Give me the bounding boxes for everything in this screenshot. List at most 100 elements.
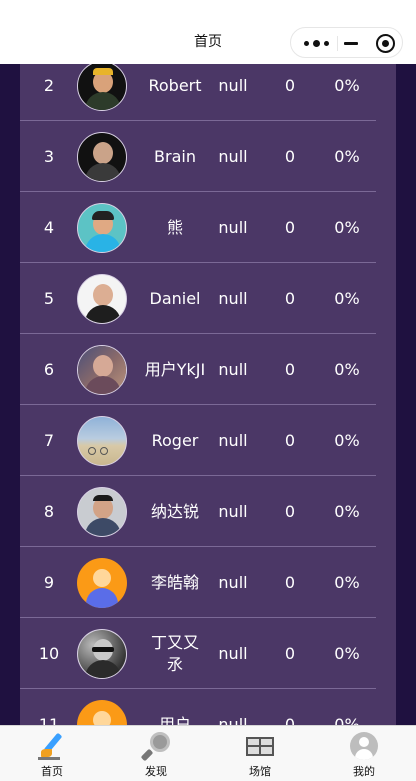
player-name: 丁又又氶 <box>150 632 199 674</box>
player-field: null <box>218 502 248 521</box>
avatar-cell <box>76 334 128 405</box>
player-rate: 0% <box>334 644 360 663</box>
avatar-cell <box>76 64 128 121</box>
player-field: null <box>218 431 248 450</box>
rank-number: 7 <box>43 431 55 450</box>
player-rate: 0% <box>334 715 360 725</box>
ranking-row[interactable]: 9 李皓翰 null 0 0% <box>20 547 376 618</box>
player-name: Daniel <box>149 288 201 308</box>
player-name: Roger <box>151 430 199 450</box>
avatar-cell <box>76 192 128 263</box>
player-count: 0 <box>284 644 296 663</box>
player-name: 用户YkJI <box>144 359 206 379</box>
player-count: 0 <box>284 360 296 379</box>
close-icon[interactable] <box>376 34 395 53</box>
rank-number: 4 <box>43 218 55 237</box>
tab-home-label: 首页 <box>41 765 63 778</box>
ranking-row[interactable]: 4 熊 null 0 0% <box>20 192 376 263</box>
avatar[interactable] <box>77 628 127 679</box>
tab-venue-label: 场馆 <box>249 765 271 778</box>
navigation-bar: 首页 <box>0 0 416 64</box>
tab-mine[interactable]: 我的 <box>312 726 416 781</box>
player-count: 0 <box>284 218 296 237</box>
avatar[interactable] <box>77 64 127 111</box>
rank-number: 8 <box>43 502 55 521</box>
ranking-row[interactable]: 6 用户YkJI null 0 0% <box>20 334 376 405</box>
avatar-cell <box>76 547 128 618</box>
rank-number: 10 <box>38 644 60 663</box>
player-field: null <box>218 76 248 95</box>
player-field: null <box>218 573 248 592</box>
ranking-row[interactable]: 3 Brain null 0 0% <box>20 121 376 192</box>
avatar[interactable] <box>77 486 127 537</box>
rank-number: 2 <box>43 76 55 95</box>
player-rate: 0% <box>334 431 360 450</box>
tab-venue[interactable]: 场馆 <box>208 726 312 781</box>
player-field: null <box>218 289 248 308</box>
avatar[interactable] <box>77 273 127 324</box>
avatar-cell <box>76 263 128 334</box>
minimize-icon[interactable] <box>344 42 358 45</box>
tab-bar: 首页 发现 场馆 我的 <box>0 725 416 781</box>
player-rate: 0% <box>334 289 360 308</box>
player-rate: 0% <box>334 76 360 95</box>
player-field: null <box>218 715 248 725</box>
avatar-cell <box>76 689 128 725</box>
avatar[interactable] <box>77 415 127 466</box>
tab-mine-label: 我的 <box>353 765 375 778</box>
player-rate: 0% <box>334 218 360 237</box>
player-count: 0 <box>284 147 296 166</box>
player-count: 0 <box>284 431 296 450</box>
player-rate: 0% <box>334 360 360 379</box>
player-rate: 0% <box>334 502 360 521</box>
player-count: 0 <box>284 289 296 308</box>
avatar[interactable] <box>77 131 127 182</box>
brush-icon <box>38 732 66 760</box>
ranking-stage: 2 Robert null 0 0% 3 Brain null 0 0% 4 熊… <box>0 64 416 725</box>
avatar-cell <box>76 121 128 192</box>
player-name: 纳达锐 <box>150 501 199 521</box>
ranking-row[interactable]: 8 纳达锐 null 0 0% <box>20 476 376 547</box>
player-name: Brain <box>154 146 196 166</box>
avatar-cell <box>76 476 128 547</box>
ranking-row[interactable]: 10 丁又又氶 null 0 0% <box>20 618 376 689</box>
magnifier-icon <box>140 732 170 762</box>
menu-capsule <box>290 27 403 58</box>
court-icon <box>246 732 274 760</box>
player-name: 李皓翰 <box>150 572 199 592</box>
rank-number: 6 <box>43 360 55 379</box>
user-icon <box>350 732 378 760</box>
avatar[interactable] <box>77 202 127 253</box>
ranking-row[interactable]: 5 Daniel null 0 0% <box>20 263 376 334</box>
ranking-row[interactable]: 2 Robert null 0 0% <box>20 64 376 121</box>
player-count: 0 <box>284 573 296 592</box>
rank-number: 9 <box>43 573 55 592</box>
avatar-cell <box>76 618 128 689</box>
player-field: null <box>218 218 248 237</box>
tab-discover[interactable]: 发现 <box>104 726 208 781</box>
player-name: Robert <box>148 75 202 95</box>
player-count: 0 <box>284 76 296 95</box>
default-avatar-icon[interactable] <box>77 699 127 725</box>
capsule-divider <box>337 36 338 51</box>
player-rate: 0% <box>334 147 360 166</box>
tab-discover-label: 发现 <box>145 765 167 778</box>
ranking-row[interactable]: 11 用户 null 0 0% <box>20 689 376 725</box>
tab-home[interactable]: 首页 <box>0 726 104 781</box>
player-count: 0 <box>284 502 296 521</box>
player-rate: 0% <box>334 573 360 592</box>
rank-number: 3 <box>43 147 55 166</box>
avatar-cell <box>76 405 128 476</box>
avatar[interactable] <box>77 344 127 395</box>
player-field: null <box>218 147 248 166</box>
more-icon[interactable] <box>304 40 330 48</box>
player-field: null <box>218 644 248 663</box>
default-avatar-icon[interactable] <box>77 557 127 608</box>
ranking-list[interactable]: 2 Robert null 0 0% 3 Brain null 0 0% 4 熊… <box>20 64 376 725</box>
rank-number: 5 <box>43 289 55 308</box>
player-count: 0 <box>284 715 296 725</box>
player-name: 用户 <box>158 714 191 726</box>
rank-number: 11 <box>38 715 60 725</box>
ranking-row[interactable]: 7 Roger null 0 0% <box>20 405 376 476</box>
player-field: null <box>218 360 248 379</box>
